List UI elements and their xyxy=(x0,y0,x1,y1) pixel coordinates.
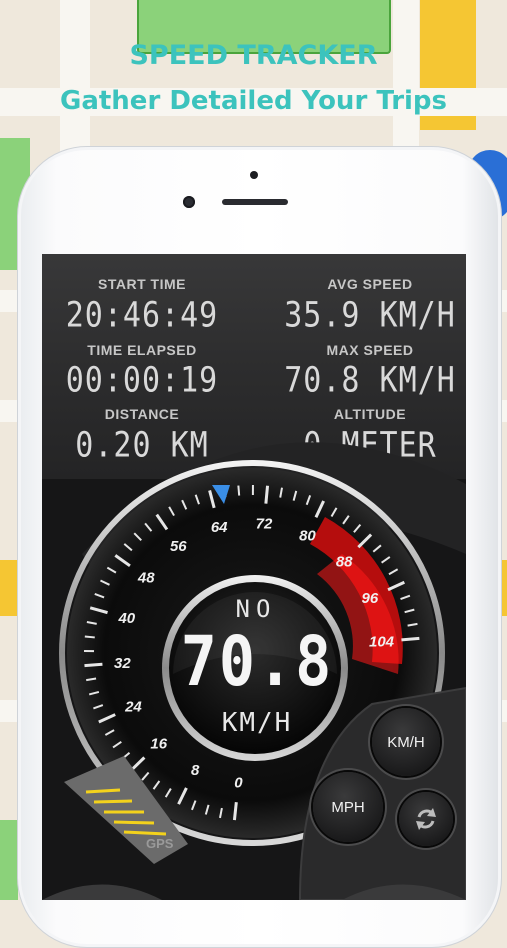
tick-label: 80 xyxy=(299,527,316,544)
tick-label: 56 xyxy=(170,538,187,555)
tick-label: 64 xyxy=(211,519,228,536)
tick-label: 104 xyxy=(369,634,395,651)
tick-label: 40 xyxy=(117,610,135,627)
tick-label: 24 xyxy=(124,698,142,715)
tick-label: 0 xyxy=(234,774,243,791)
speed-readout: 70.8 xyxy=(172,622,342,703)
major-tick xyxy=(266,486,268,504)
front-camera xyxy=(183,196,195,208)
proximity-sensor xyxy=(250,171,258,179)
minor-tick xyxy=(85,636,95,637)
tick-label: 8 xyxy=(191,762,200,779)
major-tick xyxy=(401,638,419,640)
gps-label: GPS xyxy=(146,836,173,851)
kmh-button-label: KM/H xyxy=(387,734,425,751)
mph-button-label: MPH xyxy=(331,799,364,816)
speed-unit: KM/H xyxy=(202,708,312,738)
kmh-button[interactable]: KM/H xyxy=(372,708,440,776)
heading-readout: NO xyxy=(222,595,290,623)
refresh-button[interactable] xyxy=(399,792,453,846)
refresh-icon xyxy=(411,804,441,834)
mph-button[interactable]: MPH xyxy=(313,772,383,842)
tick-label: 72 xyxy=(256,516,273,533)
major-tick xyxy=(84,664,102,665)
headline-subtitle: Gather Detailed Your Trips xyxy=(0,86,507,116)
tick-label: 88 xyxy=(336,553,353,570)
major-tick xyxy=(234,802,236,820)
minor-tick xyxy=(238,486,239,496)
earpiece-speaker xyxy=(222,199,288,205)
headline-title: SPEED TRACKER xyxy=(0,40,507,71)
app-screen: START TIME 20:46:49 AVG SPEED 35.9 KM/H … xyxy=(42,254,466,900)
speedometer-gauge: 0 8 16 24 32 40 48 56 64 72 80 88 96 104 xyxy=(42,254,466,900)
tick-label: 48 xyxy=(137,569,155,586)
tick-label: 32 xyxy=(114,655,131,672)
tick-label: 96 xyxy=(362,590,379,607)
tick-label: 16 xyxy=(150,736,167,753)
